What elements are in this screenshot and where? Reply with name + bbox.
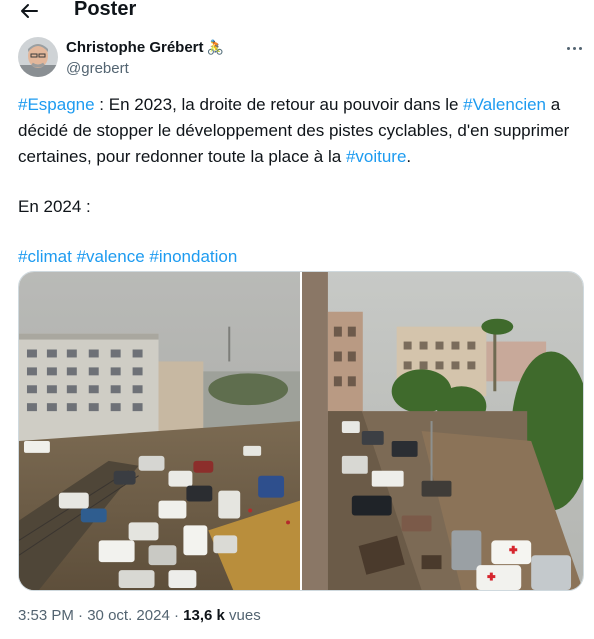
tweet-hashtags: #climat #valence #inondation (18, 244, 583, 270)
hashtag-voiture[interactable]: #voiture (346, 147, 406, 166)
tweet-text: #Espagne : En 2023, la droite de retour … (18, 92, 583, 270)
arrow-left-icon (21, 4, 38, 18)
tweet-paragraph-2: En 2024 : (18, 197, 91, 216)
back-button[interactable] (18, 0, 40, 22)
hashtag-valencien[interactable]: #Valencien (463, 95, 546, 114)
media-grid (18, 271, 584, 591)
hashtag-valence[interactable]: #valence (77, 247, 145, 266)
tweet-date[interactable]: 30 oct. 2024 (87, 607, 170, 624)
bicycle-icon: 🚴 (206, 39, 224, 55)
hashtag-inondation[interactable]: #inondation (149, 247, 237, 266)
hashtag-climat[interactable]: #climat (18, 247, 72, 266)
tweet-time[interactable]: 3:53 PM (18, 607, 74, 624)
page-title: Poster (74, 0, 137, 20)
author-name-text: Christophe Grébert (66, 39, 204, 56)
photo-debris-street[interactable] (302, 272, 583, 590)
photo-flooded-street[interactable] (19, 272, 300, 590)
author-handle[interactable]: @grebert (66, 60, 129, 77)
views-label: vues (224, 607, 261, 624)
author-name[interactable]: Christophe Grébert 🚴 (66, 39, 224, 56)
more-options-button[interactable] (562, 38, 586, 58)
tweet-metadata: 3:53 PM · 30 oct. 2024 · 13,6 k vues (18, 607, 261, 624)
top-bar: Poster (0, 0, 594, 24)
hashtag-espagne[interactable]: #Espagne (18, 95, 95, 114)
views-count: 13,6 k (183, 607, 225, 624)
avatar[interactable] (18, 37, 58, 77)
more-dot-icon (566, 46, 570, 50)
tweet-paragraph-1: #Espagne : En 2023, la droite de retour … (18, 95, 570, 166)
